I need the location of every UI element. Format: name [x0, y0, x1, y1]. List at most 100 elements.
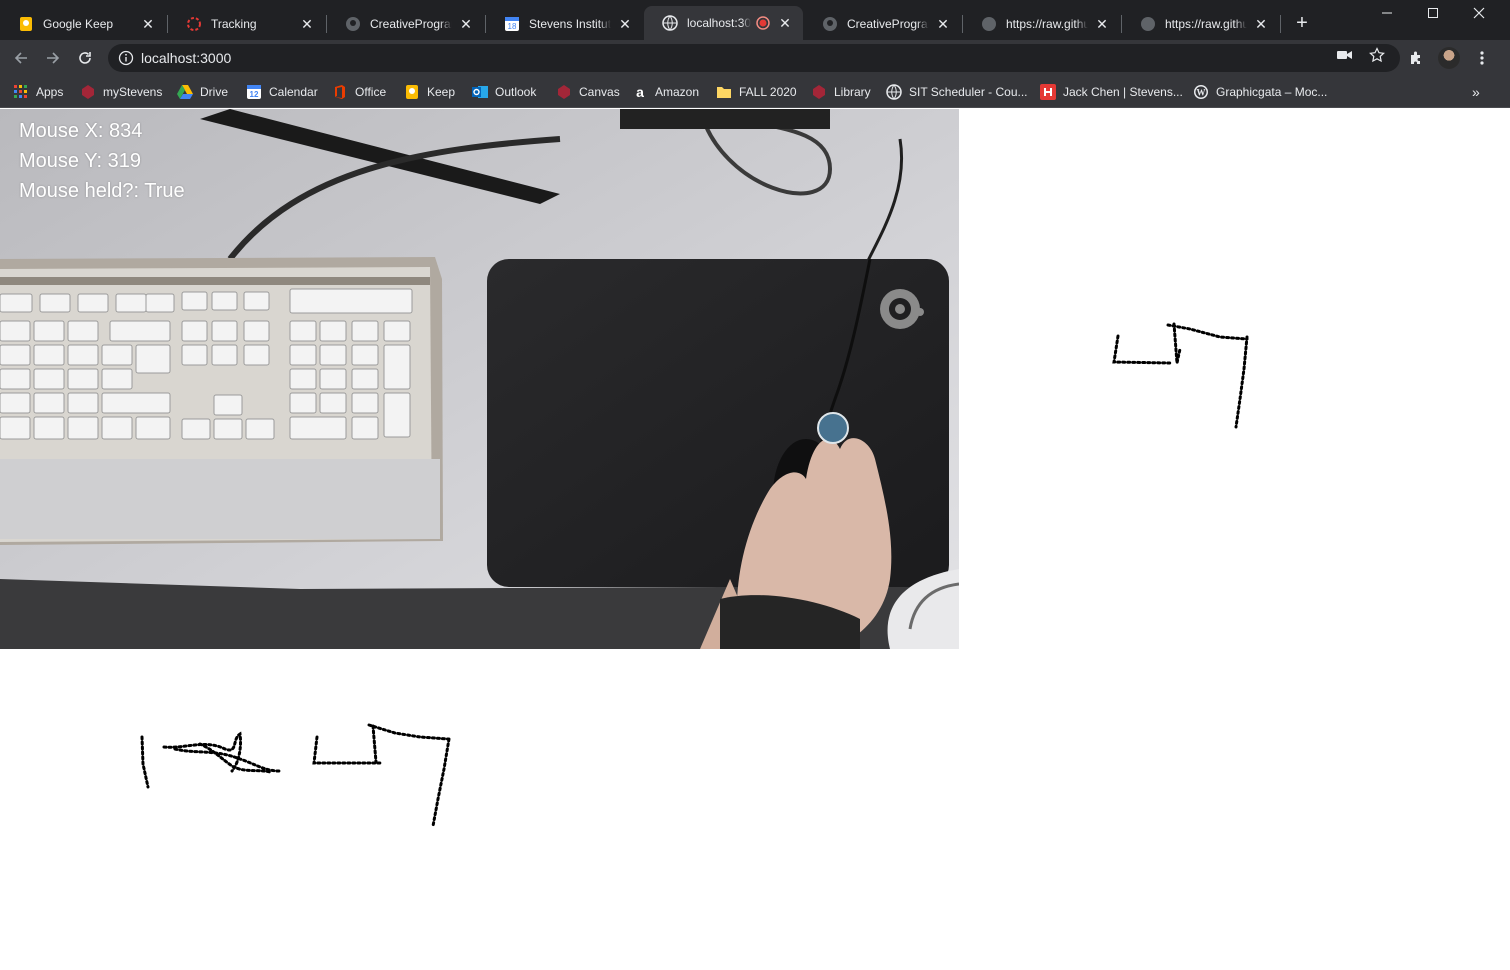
- tab-localhost[interactable]: localhost:3000 ✕: [644, 6, 803, 40]
- github-icon: [822, 16, 838, 32]
- close-icon[interactable]: ✕: [777, 15, 793, 31]
- trail-drawing: [140, 723, 451, 828]
- amazon-icon: a: [636, 84, 644, 100]
- tab-google-keep[interactable]: Google Keep ✕: [0, 8, 166, 40]
- close-icon[interactable]: ✕: [458, 16, 474, 32]
- drive-icon: [177, 84, 193, 100]
- bookmark-label: Jack Chen | Stevens...: [1063, 85, 1183, 99]
- bookmark-apps[interactable]: Apps: [13, 77, 63, 107]
- keep-icon: [18, 16, 34, 32]
- bookmark-label: FALL 2020: [739, 85, 797, 99]
- svg-text:12: 12: [250, 90, 259, 99]
- reload-button[interactable]: [73, 46, 97, 70]
- bookmark-mystevens[interactable]: myStevens: [80, 77, 162, 107]
- info-icon[interactable]: [118, 50, 134, 66]
- bookmark-amazon[interactable]: a Amazon: [632, 77, 699, 107]
- bookmark-label: Library: [834, 85, 871, 99]
- close-icon[interactable]: ✕: [1253, 16, 1269, 32]
- bookmark-keep[interactable]: Keep: [404, 77, 455, 107]
- tab-title: https://raw.github: [1165, 17, 1247, 31]
- back-button[interactable]: [9, 46, 33, 70]
- svg-text:W: W: [1197, 88, 1206, 98]
- github-icon: [345, 16, 361, 32]
- wordpress-icon: W: [1193, 84, 1209, 100]
- new-tab-button[interactable]: +: [1290, 12, 1314, 36]
- menu-kebab-icon[interactable]: [1472, 48, 1492, 68]
- url-text: localhost:3000: [141, 50, 232, 66]
- stevens-h-icon: [1040, 84, 1056, 100]
- globe-icon: [662, 15, 678, 31]
- close-icon[interactable]: ✕: [935, 16, 951, 32]
- tab-stevens-institute[interactable]: 18 Stevens Institute o ✕: [486, 8, 643, 40]
- svg-text:18: 18: [508, 22, 517, 31]
- bookmark-label: Office: [355, 85, 387, 99]
- globe-icon: [886, 84, 902, 100]
- stevens-icon: [811, 84, 827, 100]
- globe-icon: [981, 16, 997, 32]
- bookmark-label: Graphicgata – Moc...: [1216, 85, 1328, 99]
- close-icon[interactable]: ✕: [299, 16, 315, 32]
- office-icon: [332, 84, 348, 100]
- close-icon[interactable]: ✕: [140, 16, 156, 32]
- bookmark-jack-chen[interactable]: Jack Chen | Stevens...: [1040, 77, 1183, 107]
- bookmark-label: Canvas: [579, 85, 620, 99]
- maximize-button[interactable]: [1410, 0, 1456, 26]
- tab-title: Stevens Institute o: [529, 17, 611, 31]
- bookmark-label: Apps: [36, 85, 64, 99]
- bookmark-library[interactable]: Library: [811, 77, 871, 107]
- bookmark-graphicgata[interactable]: W Graphicgata – Moc...: [1193, 77, 1327, 107]
- bookmark-calendar[interactable]: 12 Calendar: [246, 77, 318, 107]
- outlook-icon: [472, 84, 488, 100]
- extensions-icon[interactable]: [1406, 48, 1426, 68]
- calendar-icon: 12: [246, 84, 262, 100]
- bookmark-label: myStevens: [103, 85, 163, 99]
- recording-icon: [755, 15, 771, 31]
- tab-creativeprogramming-1[interactable]: CreativeProgramm ✕: [327, 8, 484, 40]
- stevens-icon: [80, 84, 96, 100]
- profile-avatar[interactable]: [1438, 47, 1460, 69]
- bookmark-label: Keep: [427, 85, 456, 99]
- forward-button[interactable]: [41, 46, 65, 70]
- tab-raw-github-1[interactable]: https://raw.github ✕: [963, 8, 1120, 40]
- drawing-canvas[interactable]: [0, 109, 1510, 970]
- toolbar: localhost:3000: [0, 40, 1510, 77]
- folder-icon: [716, 84, 732, 100]
- bookmark-office[interactable]: Office: [332, 77, 386, 107]
- bookmark-canvas[interactable]: Canvas: [556, 77, 620, 107]
- bookmark-label: Drive: [200, 85, 229, 99]
- tab-title: CreativeProgramm: [847, 17, 929, 31]
- bookmark-label: Calendar: [269, 85, 318, 99]
- close-icon[interactable]: ✕: [617, 16, 633, 32]
- camera-in-use-icon[interactable]: [1337, 47, 1353, 63]
- tab-title: Tracking: [211, 17, 257, 31]
- tab-raw-github-2[interactable]: https://raw.github ✕: [1122, 8, 1279, 40]
- keep-icon: [404, 84, 420, 100]
- loading-spinner-icon: [186, 16, 202, 32]
- apps-grid-icon: [13, 84, 29, 100]
- tab-title: CreativeProgramm: [370, 17, 452, 31]
- tab-tracking[interactable]: Tracking ✕: [168, 8, 325, 40]
- tab-creativeprogramming-2[interactable]: CreativeProgramm ✕: [804, 8, 961, 40]
- stevens-icon: [556, 84, 572, 100]
- bookmarks-bar: Apps myStevens Drive 12 Calendar Office …: [0, 77, 1510, 108]
- tab-strip: Google Keep ✕ Tracking ✕ CreativeProgram…: [0, 0, 1510, 40]
- bookmark-star-icon[interactable]: [1369, 47, 1385, 63]
- close-window-button[interactable]: [1456, 0, 1502, 26]
- page-content: Mouse X: 834 Mouse Y: 319 Mouse held?: T…: [0, 109, 1510, 970]
- close-icon[interactable]: ✕: [1094, 16, 1110, 32]
- bookmark-label: Amazon: [655, 85, 700, 99]
- bookmark-outlook[interactable]: Outlook: [472, 77, 536, 107]
- bookmarks-overflow-icon[interactable]: »: [1472, 84, 1480, 100]
- bookmark-label: Outlook: [495, 85, 537, 99]
- bookmark-fall-2020[interactable]: FALL 2020: [716, 77, 797, 107]
- globe-icon: [1140, 16, 1156, 32]
- address-bar[interactable]: localhost:3000: [108, 44, 1400, 72]
- minimize-button[interactable]: [1364, 0, 1410, 26]
- tab-title: https://raw.github: [1006, 17, 1088, 31]
- trail-preview: [1112, 322, 1249, 429]
- bookmark-sit-scheduler[interactable]: SIT Scheduler - Cou...: [886, 77, 1028, 107]
- tab-title: Google Keep: [43, 17, 114, 31]
- calendar-18-icon: 18: [504, 16, 520, 32]
- bookmark-drive[interactable]: Drive: [177, 77, 228, 107]
- bookmark-label: SIT Scheduler - Cou...: [909, 85, 1028, 99]
